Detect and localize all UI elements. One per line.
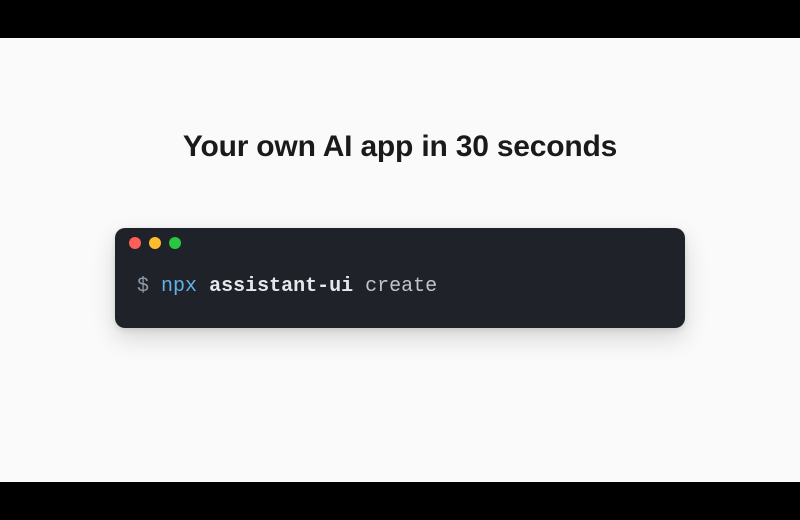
letterbox-top bbox=[0, 0, 800, 38]
terminal-titlebar bbox=[115, 228, 685, 258]
letterbox-bottom bbox=[0, 482, 800, 520]
window-maximize-icon[interactable] bbox=[169, 237, 181, 249]
command-package: assistant-ui bbox=[209, 275, 353, 298]
terminal-body[interactable]: $ npx assistant-ui create bbox=[115, 258, 685, 328]
command-runner: npx bbox=[161, 275, 197, 298]
headline: Your own AI app in 30 seconds bbox=[183, 130, 617, 164]
window-close-icon[interactable] bbox=[129, 237, 141, 249]
slide-content: Your own AI app in 30 seconds $ npx assi… bbox=[0, 38, 800, 482]
prompt-symbol: $ bbox=[137, 275, 149, 298]
window-minimize-icon[interactable] bbox=[149, 237, 161, 249]
video-frame: Your own AI app in 30 seconds $ npx assi… bbox=[0, 0, 800, 520]
command-subcommand: create bbox=[365, 275, 437, 298]
terminal-window: $ npx assistant-ui create bbox=[115, 228, 685, 328]
